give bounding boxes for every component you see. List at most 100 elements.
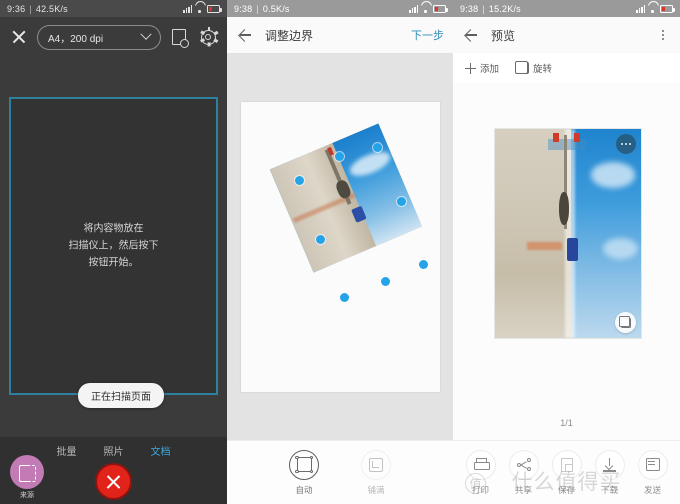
share-icon [508, 449, 539, 480]
thumb-sea-region [570, 129, 641, 338]
page-counter: 1/1 [560, 418, 573, 428]
scan-instruction-text: 将内容物放在 扫描仪上，然后按下 按钮开始。 [11, 221, 216, 272]
signal-bars-icon [636, 5, 645, 13]
panel-adjust-boundary: 9:38 | 0.5K/s 调整边界 下一步 自动 铺满 [227, 0, 453, 504]
source-button-label: 来源 [20, 492, 34, 499]
three-screenshot-strip: 9:36 | 42.5K/s A4，200 dpi 将内容物放在 扫描仪上，然后… [0, 0, 680, 504]
rotate-icon [514, 61, 530, 74]
battery-icon [660, 5, 675, 13]
save-label: 保存 [557, 484, 575, 495]
page-title: 调整边界 [265, 28, 314, 43]
status-time: 9:36 [7, 3, 26, 14]
back-arrow-icon[interactable] [462, 26, 480, 44]
auto-crop-glyph [295, 455, 313, 474]
send-label: 发送 [643, 484, 661, 495]
next-step-button[interactable]: 下一步 [411, 27, 444, 43]
mail-glyph [645, 458, 660, 471]
wifi-icon [195, 5, 204, 13]
status-bar-crop: 9:38 | 0.5K/s [227, 0, 453, 17]
fill-crop-glyph [369, 457, 383, 472]
scan-hint-line-2: 扫描仪上，然后按下 [68, 240, 159, 252]
thumbnail-crop-icon[interactable] [615, 312, 636, 333]
status-time: 9:38 [460, 3, 479, 14]
download-label: 下载 [600, 484, 618, 495]
thumb-sand-region [495, 129, 571, 338]
crop-bottom-bar: 自动 铺满 [227, 440, 453, 504]
print-button[interactable]: 打印 [461, 449, 501, 496]
preview-body: 1/1 [453, 83, 680, 440]
panel-preview: 9:38 | 15.2K/s 预览 添加 旋转 1/1 打印 共享 保存 下载 … [453, 0, 680, 504]
battery-icon [207, 5, 222, 13]
source-glyph [18, 464, 36, 482]
thumb-flag-right [573, 133, 580, 142]
preview-bottom-bar: 打印 共享 保存 下载 发送 [453, 440, 680, 504]
status-icon-group [183, 5, 222, 13]
crop-mode-auto-label: 自动 [295, 484, 313, 495]
rotate-button[interactable]: 旋转 [514, 61, 552, 75]
back-arrow-icon[interactable] [236, 26, 254, 44]
status-bar-preview: 9:38 | 15.2K/s [453, 0, 680, 17]
source-icon [10, 455, 44, 489]
print-label: 打印 [471, 484, 489, 495]
crop-mode-auto[interactable]: 自动 [277, 449, 331, 496]
save-button[interactable]: 保存 [547, 449, 587, 496]
tab-document[interactable]: 文档 [151, 443, 171, 458]
mail-icon [637, 449, 668, 480]
crop-handle-bottom-center[interactable] [381, 277, 390, 286]
gear-icon[interactable] [197, 26, 219, 48]
wifi-icon [648, 5, 657, 13]
printer-icon [465, 449, 496, 480]
document-glyph [560, 457, 573, 472]
signal-bars-icon [409, 5, 418, 13]
chevron-down-icon [140, 28, 152, 40]
crop-app-bar: 调整边界 下一步 [227, 17, 453, 53]
auto-crop-icon [289, 449, 319, 480]
download-icon [594, 449, 625, 480]
tab-photo[interactable]: 照片 [104, 443, 124, 458]
cancel-scan-button[interactable] [95, 463, 132, 500]
scan-bottom-bar: 批量 照片 文档 来源 [0, 437, 227, 504]
panel-scanner-capture: 9:36 | 42.5K/s A4，200 dpi 将内容物放在 扫描仪上，然后… [0, 0, 227, 504]
kebab-menu-icon[interactable] [655, 27, 671, 43]
page-thumbnail[interactable] [494, 128, 642, 339]
crop-mode-fill[interactable]: 铺满 [349, 449, 403, 496]
crop-handle-top-left[interactable] [295, 176, 304, 185]
paper-size-dpi-select[interactable]: A4，200 dpi [37, 24, 161, 50]
document-sheet [240, 101, 440, 392]
status-separator: | [482, 3, 485, 14]
crop-handle-top-right[interactable] [373, 143, 382, 152]
thumb-towel [527, 241, 563, 251]
crop-handle-bottom-left[interactable] [340, 293, 349, 302]
share-glyph [516, 458, 531, 472]
source-button[interactable]: 来源 [10, 455, 44, 500]
page-title: 预览 [491, 28, 516, 43]
scan-frame: 将内容物放在 扫描仪上，然后按下 按钮开始。 [9, 97, 218, 395]
crop-handle-top-center[interactable] [335, 152, 344, 161]
download-glyph [603, 457, 616, 472]
share-button[interactable]: 共享 [504, 449, 544, 496]
send-button[interactable]: 发送 [633, 449, 673, 496]
status-network-speed: 42.5K/s [35, 3, 68, 14]
plus-icon [465, 62, 476, 74]
close-icon[interactable] [8, 26, 30, 48]
crop-handle-right-center[interactable] [397, 197, 406, 206]
document-search-icon[interactable] [168, 26, 190, 48]
printer-glyph [473, 458, 490, 471]
scan-hint-line-3: 按钮开始。 [88, 257, 139, 269]
scan-toolbar: A4，200 dpi [0, 17, 227, 57]
wifi-icon [421, 5, 430, 13]
tab-batch[interactable]: 批量 [57, 443, 77, 458]
scan-hint-line-1: 将内容物放在 [83, 223, 144, 235]
crop-handle-left-center[interactable] [316, 235, 325, 244]
crop-handle-bottom-right[interactable] [419, 260, 428, 269]
preview-action-row: 添加 旋转 [453, 53, 680, 83]
cancel-x-icon [104, 472, 123, 491]
download-button[interactable]: 下载 [590, 449, 630, 496]
crop-mode-fill-label: 铺满 [367, 484, 385, 495]
document-icon [551, 449, 582, 480]
add-page-button[interactable]: 添加 [465, 61, 499, 75]
signal-bars-icon [183, 5, 192, 13]
thumbnail-more-icon[interactable] [616, 134, 636, 154]
status-bar-scan: 9:36 | 42.5K/s [0, 0, 227, 17]
status-icon-group [636, 5, 675, 13]
